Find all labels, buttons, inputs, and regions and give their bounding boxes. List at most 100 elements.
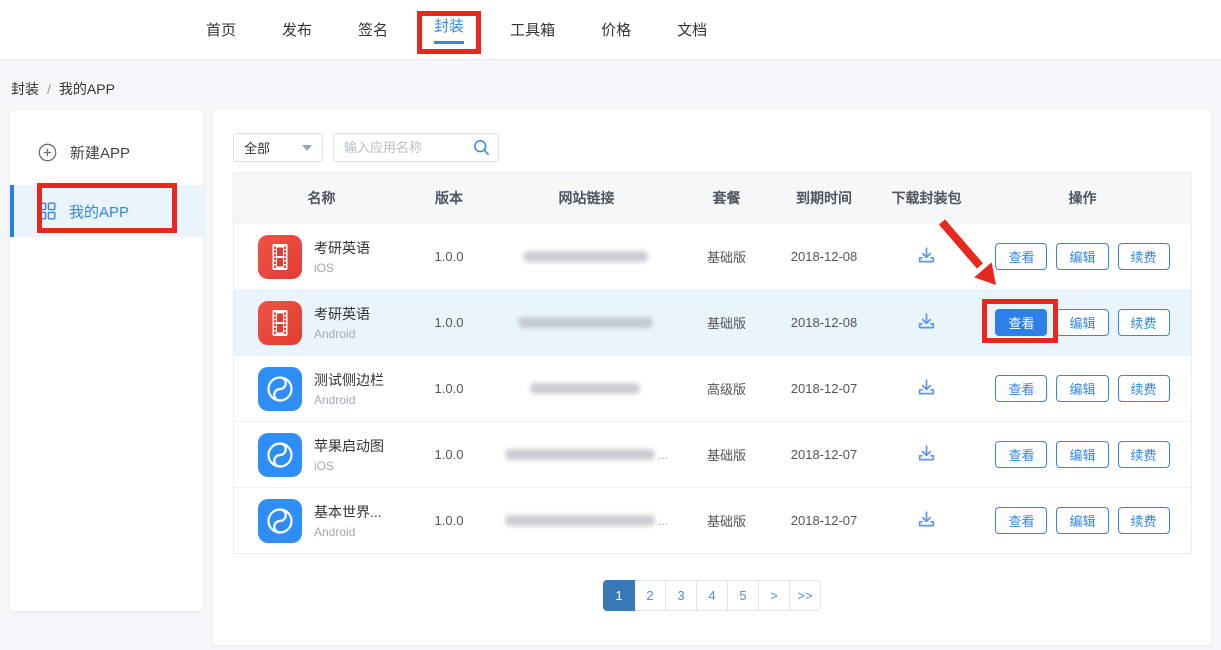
- download-icon[interactable]: [916, 245, 937, 265]
- chevron-down-icon: [302, 145, 312, 151]
- edit-button[interactable]: 编辑: [1056, 375, 1108, 402]
- website-link-redacted: [518, 317, 653, 328]
- breadcrumb-separator: /: [47, 81, 51, 97]
- website-link-redacted: [530, 383, 640, 394]
- link-ellipsis: ...: [658, 448, 668, 462]
- nav-tab-文档[interactable]: 文档: [677, 0, 707, 59]
- table-row[interactable]: 苹果启动图 iOS 1.0.0 ... 基础版 2018-12-07 查看 编辑…: [234, 421, 1191, 487]
- film-app-icon: [258, 301, 302, 345]
- nav-tab-label: 工具箱: [510, 19, 555, 40]
- sidebar-item-new-app[interactable]: 新建APP: [10, 126, 203, 178]
- app-version: 1.0.0: [409, 315, 489, 330]
- table-row[interactable]: 考研英语 Android 1.0.0 基础版 2018-12-08 查看 编辑 …: [234, 289, 1191, 355]
- app-name: 考研英语: [314, 238, 370, 258]
- nav-tab-label: 价格: [601, 19, 631, 40]
- main-nav: 首页 发布 签名 封装 工具箱 价格 文档: [206, 0, 1221, 59]
- app-version: 1.0.0: [409, 249, 489, 264]
- app-platform: Android: [314, 525, 382, 539]
- search-input[interactable]: [344, 140, 473, 155]
- expiry-date: 2018-12-07: [769, 447, 879, 462]
- content-panel: 全部 名称版本网站链接套餐到期时间下载封装包操作: [213, 110, 1211, 645]
- website-link-redacted: [505, 449, 655, 460]
- website-link-redacted: [505, 515, 655, 526]
- app-name: 测试侧边栏: [314, 370, 384, 390]
- page-button[interactable]: 2: [634, 580, 666, 611]
- website-link-cell: ...: [489, 448, 684, 462]
- nav-tab-label: 封装: [434, 15, 464, 44]
- column-header: 操作: [974, 188, 1191, 208]
- edit-button[interactable]: 编辑: [1056, 243, 1108, 270]
- website-link-cell: [489, 383, 684, 394]
- app-version: 1.0.0: [409, 381, 489, 396]
- app-platform: Android: [314, 327, 370, 341]
- website-link-cell: ...: [489, 514, 684, 528]
- next-page-button[interactable]: >: [758, 580, 790, 611]
- breadcrumb: 封装 / 我的APP: [11, 79, 115, 99]
- plan-label: 基础版: [684, 313, 769, 332]
- browser-app-icon: [258, 367, 302, 411]
- nav-tab-发布[interactable]: 发布: [282, 0, 312, 59]
- sidebar-item-label: 新建APP: [70, 142, 130, 163]
- page-button[interactable]: 3: [665, 580, 697, 611]
- website-link-cell: [489, 251, 684, 262]
- view-button[interactable]: 查看: [995, 309, 1047, 336]
- dropdown-value: 全部: [244, 138, 270, 157]
- breadcrumb-section[interactable]: 封装: [11, 81, 39, 97]
- app-platform: iOS: [314, 459, 384, 473]
- browser-app-icon: [258, 499, 302, 543]
- table-row[interactable]: 测试侧边栏 Android 1.0.0 高级版 2018-12-07 查看 编辑…: [234, 355, 1191, 421]
- page-button[interactable]: 4: [696, 580, 728, 611]
- pagination: 1 2 3 4 5 > >>: [603, 580, 821, 611]
- page-button[interactable]: 1: [603, 580, 635, 611]
- table-header-row: 名称版本网站链接套餐到期时间下载封装包操作: [234, 173, 1191, 223]
- column-header: 版本: [409, 188, 489, 208]
- plan-label: 基础版: [684, 247, 769, 266]
- app-search-box: [333, 133, 499, 162]
- film-app-icon: [258, 235, 302, 279]
- sidebar: 新建APP 我的APP: [10, 110, 203, 611]
- renew-button[interactable]: 续费: [1118, 507, 1170, 534]
- column-header: 到期时间: [769, 188, 879, 208]
- edit-button[interactable]: 编辑: [1056, 507, 1108, 534]
- nav-tab-label: 首页: [206, 19, 236, 40]
- view-button[interactable]: 查看: [995, 507, 1047, 534]
- app-platform: iOS: [314, 261, 370, 275]
- nav-tab-封装[interactable]: 封装: [434, 0, 464, 59]
- last-page-button[interactable]: >>: [789, 580, 821, 611]
- view-button[interactable]: 查看: [995, 243, 1047, 270]
- nav-tab-首页[interactable]: 首页: [206, 0, 236, 59]
- renew-button[interactable]: 续费: [1118, 309, 1170, 336]
- renew-button[interactable]: 续费: [1118, 375, 1170, 402]
- column-header: 名称: [234, 188, 409, 208]
- search-icon[interactable]: [473, 139, 490, 156]
- edit-button[interactable]: 编辑: [1056, 441, 1108, 468]
- nav-tab-价格[interactable]: 价格: [601, 0, 631, 59]
- edit-button[interactable]: 编辑: [1056, 309, 1108, 336]
- expiry-date: 2018-12-07: [769, 381, 879, 396]
- download-icon[interactable]: [916, 377, 937, 397]
- expiry-date: 2018-12-07: [769, 513, 879, 528]
- column-header: 网站链接: [489, 188, 684, 208]
- nav-tab-label: 文档: [677, 19, 707, 40]
- sidebar-item-my-app[interactable]: 我的APP: [10, 185, 203, 237]
- expiry-date: 2018-12-08: [769, 249, 879, 264]
- renew-button[interactable]: 续费: [1118, 243, 1170, 270]
- nav-tab-签名[interactable]: 签名: [358, 0, 388, 59]
- view-button[interactable]: 查看: [995, 375, 1047, 402]
- download-icon[interactable]: [916, 311, 937, 331]
- table-body: 考研英语 iOS 1.0.0 基础版 2018-12-08 查看 编辑 续费: [234, 223, 1191, 553]
- download-icon[interactable]: [916, 509, 937, 529]
- page-button[interactable]: 5: [727, 580, 759, 611]
- view-button[interactable]: 查看: [995, 441, 1047, 468]
- plan-label: 基础版: [684, 511, 769, 530]
- category-filter-dropdown[interactable]: 全部: [233, 133, 323, 162]
- table-row[interactable]: 考研英语 iOS 1.0.0 基础版 2018-12-08 查看 编辑 续费: [234, 223, 1191, 289]
- table-row[interactable]: 基本世界... Android 1.0.0 ... 基础版 2018-12-07…: [234, 487, 1191, 553]
- download-icon[interactable]: [916, 443, 937, 463]
- breadcrumb-current: 我的APP: [59, 81, 115, 97]
- app-name: 苹果启动图: [314, 436, 384, 456]
- plus-circle-icon: [38, 143, 57, 162]
- website-link-redacted: [523, 251, 648, 262]
- renew-button[interactable]: 续费: [1118, 441, 1170, 468]
- nav-tab-工具箱[interactable]: 工具箱: [510, 0, 555, 59]
